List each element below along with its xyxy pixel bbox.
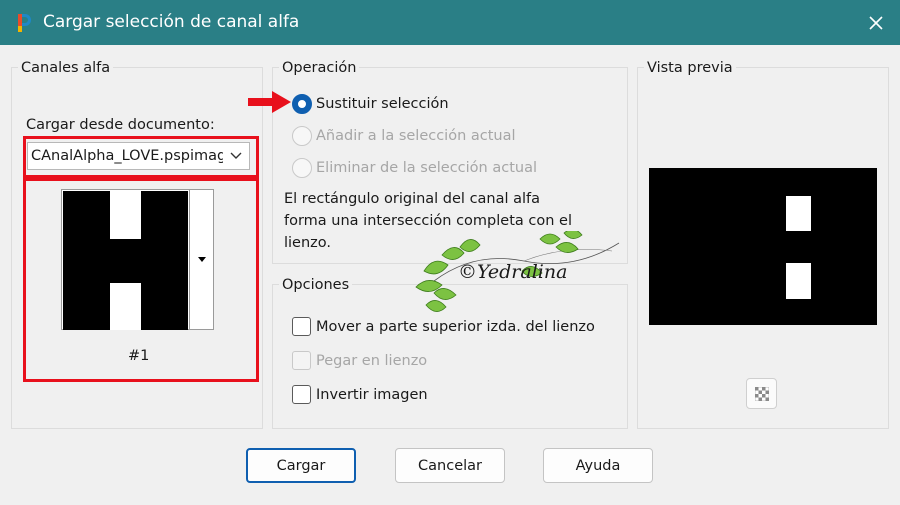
checkbox-paste-canvas-label[interactable]: Pegar en lienzo [316, 352, 427, 370]
checkbox-invert-image-label[interactable]: Invertir imagen [316, 386, 428, 404]
chevron-down-icon [223, 143, 249, 169]
dropdown-arrow-icon [197, 257, 206, 262]
load-button[interactable]: Cargar [246, 448, 356, 483]
radio-add-selection[interactable] [292, 126, 312, 146]
watermark-text: ©Yedralina [458, 261, 568, 283]
title-bar: Cargar selección de canal alfa [0, 0, 900, 45]
checkerboard-icon [754, 386, 769, 401]
checkbox-invert-image[interactable] [292, 385, 311, 404]
document-select-value: CAnalAlpha_LOVE.pspimage [31, 148, 236, 164]
preview-canvas [649, 168, 877, 325]
channel-thumbnail [63, 191, 188, 330]
checkbox-paste-canvas[interactable] [292, 351, 311, 370]
load-from-document-label: Cargar desde documento: [26, 117, 215, 133]
preview-group-title: Vista previa [644, 59, 736, 77]
channel-name: #1 [128, 348, 150, 364]
window-title: Cargar selección de canal alfa [43, 12, 300, 32]
cancel-button[interactable]: Cancelar [395, 448, 505, 483]
channel-dropdown-button[interactable] [189, 190, 213, 329]
radio-subtract-selection-label[interactable]: Eliminar de la selección actual [316, 159, 537, 177]
preview-shape-top [786, 196, 811, 231]
radio-subtract-selection[interactable] [292, 158, 312, 178]
paintshop-pro-icon [18, 14, 31, 32]
radio-replace-selection[interactable] [292, 94, 312, 114]
document-select[interactable]: CAnalAlpha_LOVE.pspimage [27, 142, 250, 170]
close-button[interactable] [851, 0, 900, 45]
checkbox-move-top-left[interactable] [292, 317, 311, 336]
options-group-title: Opciones [279, 276, 353, 294]
channel-thumbnail-picker[interactable] [61, 189, 214, 330]
watermark-logo: ©Yedralina [414, 231, 624, 331]
preview-shape-bottom [786, 263, 811, 299]
radio-add-selection-label[interactable]: Añadir a la selección actual [316, 127, 516, 145]
radio-replace-selection-label[interactable]: Sustituir selección [316, 95, 449, 113]
transparency-toggle-button[interactable] [746, 378, 777, 409]
alpha-channels-group-title: Canales alfa [18, 59, 114, 77]
red-arrow-icon [248, 91, 291, 113]
close-icon [868, 15, 883, 30]
operation-group-title: Operación [279, 59, 360, 77]
help-button[interactable]: Ayuda [543, 448, 653, 483]
